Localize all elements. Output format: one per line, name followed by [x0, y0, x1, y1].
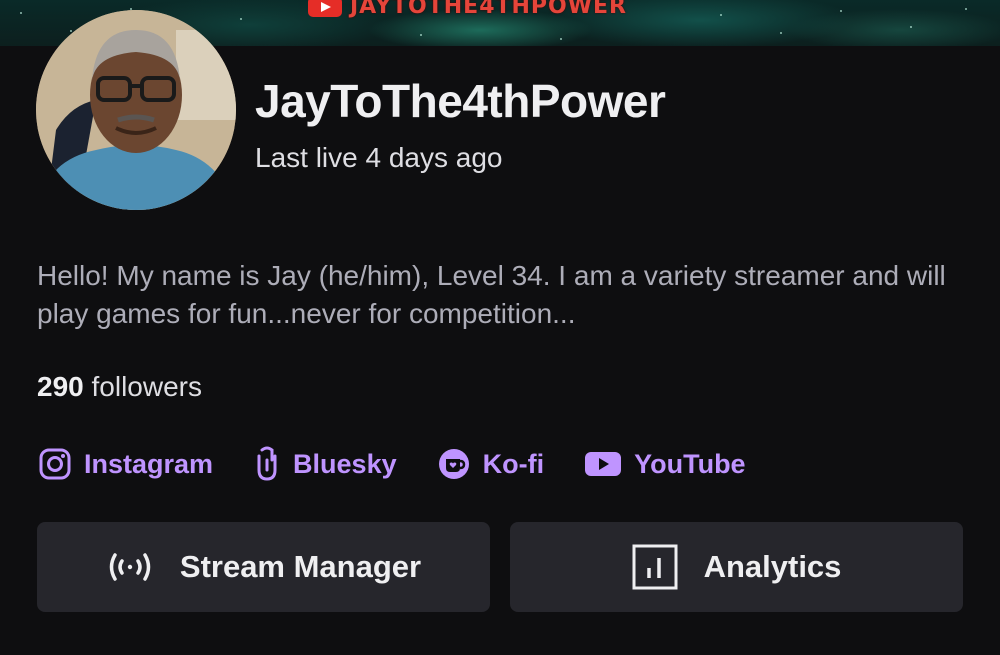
social-label-kofi: Ko-fi: [482, 448, 545, 479]
social-link-kofi[interactable]: Ko-fi: [437, 447, 544, 481]
stream-manager-label: Stream Manager: [179, 549, 422, 584]
social-label-instagram: Instagram: [84, 448, 214, 479]
social-label-youtube: YouTube: [634, 448, 746, 479]
social-label-bluesky: Bluesky: [293, 448, 397, 479]
followers-count: 290 followers: [37, 371, 202, 403]
youtube-logo-icon: [308, 0, 342, 17]
avatar-photo: [36, 10, 236, 210]
followers-label: followers: [91, 371, 202, 402]
channel-name: JayToThe4thPower: [255, 75, 666, 127]
instagram-icon: [39, 448, 71, 480]
banner-logo: JAYTOTHE4THPOWER: [308, 0, 627, 19]
analytics-button[interactable]: Analytics: [510, 522, 963, 612]
avatar[interactable]: [36, 10, 236, 210]
social-link-instagram[interactable]: Instagram: [38, 447, 213, 481]
channel-bio: Hello! My name is Jay (he/him), Level 34…: [37, 260, 946, 329]
broadcast-icon: [109, 553, 151, 581]
social-links: Instagram Bluesky Ko-fi YouTube: [38, 446, 786, 482]
analytics-label: Analytics: [703, 549, 842, 584]
social-link-youtube[interactable]: YouTube: [584, 448, 746, 480]
youtube-icon: [585, 452, 622, 476]
banner-title: JAYTOTHE4THPOWER: [350, 0, 627, 19]
bluesky-link-icon: [257, 446, 277, 481]
kofi-icon: [438, 449, 469, 479]
followers-number: 290: [37, 371, 84, 402]
social-link-bluesky[interactable]: Bluesky: [253, 446, 397, 482]
analytics-chart-icon: [632, 544, 678, 590]
last-live-status: Last live 4 days ago: [255, 142, 503, 173]
channel-profile-page: JAYTOTHE4THPOWER JayToThe4thPower Last l…: [0, 0, 1000, 655]
stream-manager-button[interactable]: Stream Manager: [37, 522, 490, 612]
